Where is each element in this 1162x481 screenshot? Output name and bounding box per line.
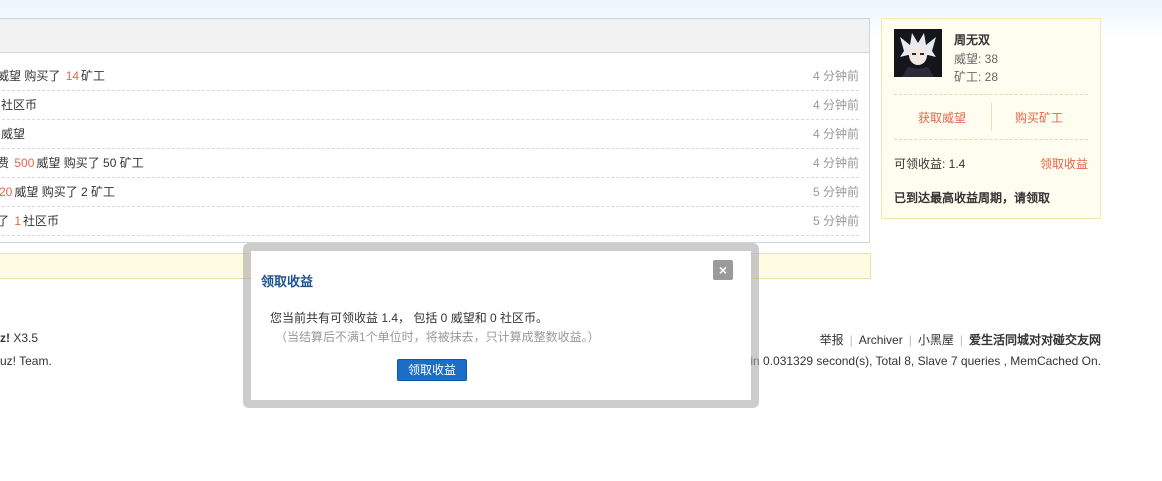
footer-stats: in 0.031329 second(s), Total 8, Slave 7 … xyxy=(750,354,1101,368)
feed-time: 5 分钟前 xyxy=(812,185,859,199)
archiver-link[interactable]: Archiver xyxy=(859,333,903,347)
footer-links: 举报 | Archiver | 小黑屋 | 爱生活同城对对碰交友网 xyxy=(820,331,1101,348)
feed-time: 4 分钟前 xyxy=(812,127,859,141)
weiwang-stat: 威望: 38 xyxy=(954,52,999,66)
feed-text-pre: 威望 购买了 xyxy=(0,69,61,83)
feed-text-post: 威望 购买了 2 矿工 xyxy=(14,185,116,199)
report-link[interactable]: 举报 xyxy=(820,333,844,347)
list-item: 20 威望 购买了 2 矿工 5 分钟前 xyxy=(0,178,859,207)
activity-feed: 威望 购买了 14 矿工 4 分钟前 社区币 4 分钟前 威望 4 分钟前 费 5… xyxy=(0,18,870,243)
dialog-message: 您当前共有可领收益 1.4， 包括 0 威望和 0 社区币。 xyxy=(270,311,549,325)
close-icon[interactable]: × xyxy=(713,260,733,280)
list-item: 社区币 4 分钟前 xyxy=(0,91,859,120)
feed-text-pre: 了 xyxy=(0,214,10,228)
feed-time: 4 分钟前 xyxy=(812,156,859,170)
divider: | xyxy=(849,333,853,347)
divider xyxy=(894,94,1088,95)
feed-list: 威望 购买了 14 矿工 4 分钟前 社区币 4 分钟前 威望 4 分钟前 费 5… xyxy=(0,53,869,236)
feed-text-post: 社区币 xyxy=(23,214,60,228)
feed-time: 5 分钟前 xyxy=(812,214,859,228)
list-item: 威望 4 分钟前 xyxy=(0,120,859,149)
feed-header xyxy=(0,19,869,53)
username[interactable]: 周无双 xyxy=(954,31,990,48)
claim-dialog: 领取收益 × 您当前共有可领收益 1.4， 包括 0 威望和 0 社区币。 （当… xyxy=(251,251,751,400)
dialog-overlay-frame: 领取收益 × 您当前共有可领收益 1.4， 包括 0 威望和 0 社区币。 （当… xyxy=(243,243,759,408)
dialog-title: 领取收益 xyxy=(261,274,314,289)
list-item: 费 500 威望 购买了 50 矿工 4 分钟前 xyxy=(0,149,859,178)
feed-number: 14 xyxy=(65,69,80,83)
list-item: 了 1 社区币 5 分钟前 xyxy=(0,207,859,236)
divider: | xyxy=(959,333,963,347)
footer-version: z! X3.5 xyxy=(0,331,38,345)
buy-miner-link[interactable]: 购买矿工 xyxy=(1015,109,1063,126)
feed-time: 4 分钟前 xyxy=(812,98,859,112)
divider xyxy=(991,103,992,131)
earnings-label: 可领收益: 1.4 xyxy=(894,157,966,171)
get-weiwang-link[interactable]: 获取威望 xyxy=(918,109,966,126)
feed-text-post: 矿工 xyxy=(81,69,106,83)
claim-button[interactable]: 领取收益 xyxy=(397,359,467,381)
feed-text-post: 威望 xyxy=(1,127,26,141)
feed-time: 4 分钟前 xyxy=(812,69,859,83)
divider xyxy=(894,139,1088,140)
site-name-link[interactable]: 爱生活同城对对碰交友网 xyxy=(969,333,1101,347)
feed-text-post: 社区币 xyxy=(1,98,38,112)
user-card: 周无双 威望: 38 矿工: 28 获取威望 购买矿工 可领收益: 1.4 领取… xyxy=(881,18,1101,219)
feed-number: 500 xyxy=(14,156,35,170)
status-message: 已到达最高收益周期，请领取 xyxy=(894,191,1051,205)
claim-earnings-link[interactable]: 领取收益 xyxy=(1040,155,1088,172)
feed-text-pre: 费 xyxy=(0,156,10,170)
feed-text-post: 威望 购买了 50 矿工 xyxy=(36,156,144,170)
list-item: 威望 购买了 14 矿工 4 分钟前 xyxy=(0,62,859,91)
avatar-image xyxy=(894,29,942,77)
divider: | xyxy=(908,333,912,347)
avatar[interactable] xyxy=(894,29,942,77)
footer-team: uz! Team. xyxy=(0,354,52,368)
footer-version-number: X3.5 xyxy=(13,331,39,345)
feed-number: 20 xyxy=(0,185,13,199)
blacklist-link[interactable]: 小黑屋 xyxy=(918,333,954,347)
feed-number: 1 xyxy=(14,214,22,228)
miner-stat: 矿工: 28 xyxy=(954,70,999,84)
dialog-note: （当结算后不满1个单位时，将被抹去，只计算成整数收益。） xyxy=(275,330,600,344)
footer-brand[interactable]: z! xyxy=(0,331,10,345)
